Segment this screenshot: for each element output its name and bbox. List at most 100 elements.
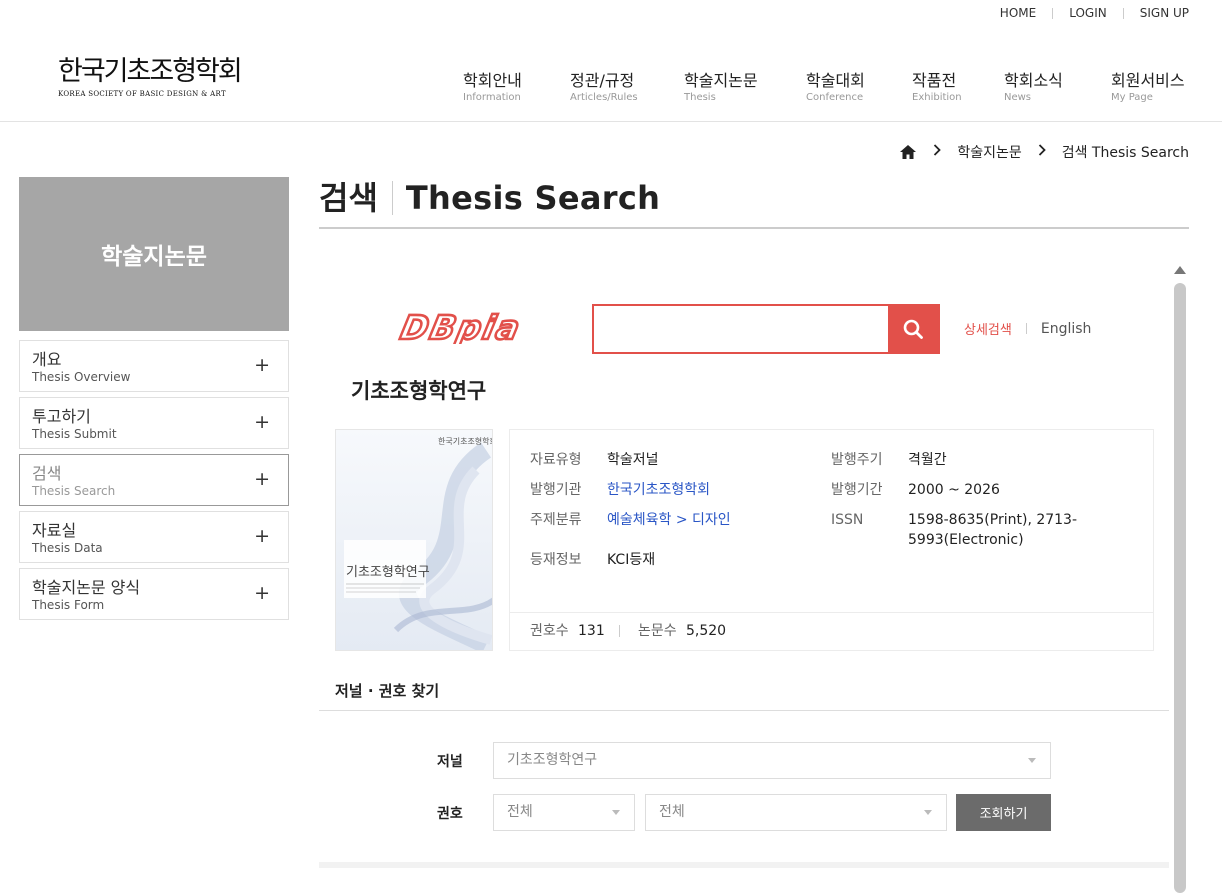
info-value: 5993(Electronic) bbox=[908, 532, 1024, 548]
nav-label: 학술대회 bbox=[806, 71, 865, 90]
query-button[interactable]: 조회하기 bbox=[956, 794, 1051, 831]
sidebar-item-form[interactable]: 학술지논문 양식 Thesis Form + bbox=[19, 568, 289, 620]
cover-publisher: 한국기초조형학회 bbox=[438, 436, 493, 446]
sidebar-item-label: 투고하기 bbox=[32, 407, 91, 426]
sidebar-item-label: 개요 bbox=[32, 350, 62, 369]
publisher-link[interactable]: 한국기초조형학회 bbox=[607, 480, 710, 500]
volume-select-value: 전체 bbox=[659, 804, 685, 820]
sidebar-item-label: 검색 bbox=[32, 464, 62, 483]
nav-sublabel: My Page bbox=[1111, 92, 1153, 103]
sidebar-item-search[interactable]: 검색 Thesis Search + bbox=[19, 454, 289, 506]
info-label: ISSN bbox=[831, 512, 864, 528]
sidebar-item-sublabel: Thesis Data bbox=[32, 541, 103, 555]
sidebar-item-sublabel: Thesis Search bbox=[32, 484, 116, 498]
login-link[interactable]: LOGIN bbox=[1069, 6, 1107, 20]
scroll-up-arrow-icon[interactable] bbox=[1174, 266, 1186, 274]
journal-title: 기초조형학연구 bbox=[351, 379, 487, 403]
issue-label: 권호 bbox=[437, 806, 463, 822]
dbpia-logo-text: DBpia bbox=[397, 310, 525, 344]
chevron-right-icon bbox=[1038, 144, 1046, 160]
nav-sublabel: News bbox=[1004, 92, 1032, 103]
journal-label: 저널 bbox=[437, 754, 463, 770]
nav-item-thesis[interactable]: 학술지논문 Thesis bbox=[684, 71, 758, 105]
volume-select[interactable]: 전체 bbox=[645, 794, 947, 831]
journal-cover-image: 한국기초조형학회 기초조형학연구 bbox=[335, 429, 493, 651]
sidebar-item-submit[interactable]: 투고하기 Thesis Submit + bbox=[19, 397, 289, 449]
plus-icon[interactable]: + bbox=[254, 355, 270, 375]
plus-icon[interactable]: + bbox=[254, 469, 270, 489]
page-title-english: Thesis Search bbox=[405, 179, 661, 217]
divider bbox=[1052, 7, 1054, 19]
stat-label: 권호수 bbox=[530, 623, 569, 639]
info-value: KCI등재 bbox=[607, 552, 656, 568]
chevron-right-icon bbox=[933, 144, 942, 160]
search-links: 상세검색 English bbox=[964, 319, 1092, 339]
nav-label: 작품전 bbox=[912, 71, 957, 90]
finder-divider bbox=[319, 710, 1169, 711]
plus-icon[interactable]: + bbox=[254, 526, 270, 546]
nav-label: 학술지논문 bbox=[684, 71, 758, 90]
search-input[interactable] bbox=[594, 306, 888, 352]
search-button[interactable] bbox=[888, 306, 938, 352]
divider bbox=[1025, 323, 1027, 334]
title-underline bbox=[319, 227, 1189, 229]
breadcrumb-current: 검색 Thesis Search bbox=[1061, 145, 1189, 161]
sidebar-item-label: 학술지논문 양식 bbox=[32, 578, 141, 597]
nav-item-conference[interactable]: 학술대회 Conference bbox=[806, 71, 865, 105]
signup-link[interactable]: SIGN UP bbox=[1140, 6, 1189, 20]
advanced-search-link[interactable]: 상세검색 bbox=[964, 319, 1012, 338]
divider bbox=[1122, 7, 1124, 19]
info-label: 등재정보 bbox=[530, 552, 582, 568]
sidebar-title: 학술지논문 bbox=[19, 177, 289, 331]
dbpia-logo[interactable]: DBpia bbox=[395, 307, 567, 348]
sidebar-item-overview[interactable]: 개요 Thesis Overview + bbox=[19, 340, 289, 392]
plus-icon[interactable]: + bbox=[254, 412, 270, 432]
scrollbar-thumb[interactable] bbox=[1174, 283, 1186, 893]
utility-nav: HOME LOGIN SIGN UP bbox=[1000, 6, 1189, 20]
journal-info-box: 자료유형 학술저널 발행기관 한국기초조형학회 주제분류 예술체육학 > 디자인… bbox=[509, 429, 1154, 651]
stat-label: 논문수 bbox=[638, 623, 677, 639]
divider bbox=[510, 612, 1153, 613]
info-value: 2000 ~ 2026 bbox=[908, 482, 1000, 498]
nav-sublabel: Thesis bbox=[684, 92, 716, 103]
finder-title: 저널 · 권호 찾기 bbox=[335, 682, 440, 700]
search-icon bbox=[903, 319, 923, 339]
english-link[interactable]: English bbox=[1041, 321, 1092, 337]
stat-value: 131 bbox=[578, 623, 605, 639]
chevron-down-icon bbox=[924, 810, 932, 815]
info-label: 발행주기 bbox=[831, 452, 883, 468]
nav-item-news[interactable]: 학회소식 News bbox=[1004, 71, 1063, 105]
year-select-value: 전체 bbox=[507, 804, 533, 820]
info-value: 격월간 bbox=[908, 452, 947, 468]
info-value: 학술저널 bbox=[607, 452, 659, 468]
sidebar-item-sublabel: Thesis Form bbox=[32, 598, 105, 612]
breadcrumb-level1[interactable]: 학술지논문 bbox=[957, 142, 1021, 162]
divider bbox=[619, 625, 620, 637]
nav-label: 학회소식 bbox=[1004, 71, 1063, 90]
nav-sublabel: Information bbox=[463, 92, 521, 103]
search-box bbox=[592, 304, 940, 354]
journal-select-value: 기초조형학연구 bbox=[507, 752, 598, 768]
nav-sublabel: Exhibition bbox=[912, 92, 962, 103]
sidebar-item-data[interactable]: 자료실 Thesis Data + bbox=[19, 511, 289, 563]
subject-link[interactable]: 예술체육학 > 디자인 bbox=[607, 510, 731, 530]
chevron-down-icon bbox=[612, 810, 620, 815]
main-nav: 학회안내 Information 정관/규정 Articles/Rules 학술… bbox=[0, 71, 1222, 111]
section-divider bbox=[319, 862, 1169, 868]
header-divider bbox=[0, 121, 1222, 122]
home-icon[interactable] bbox=[899, 144, 917, 160]
nav-item-information[interactable]: 학회안내 Information bbox=[463, 71, 522, 105]
home-link[interactable]: HOME bbox=[1000, 6, 1036, 20]
plus-icon[interactable]: + bbox=[254, 583, 270, 603]
cover-title: 기초조형학연구 bbox=[346, 565, 430, 580]
journal-select[interactable]: 기초조형학연구 bbox=[493, 742, 1051, 779]
chevron-down-icon bbox=[1028, 758, 1036, 763]
sidebar-item-sublabel: Thesis Overview bbox=[32, 370, 131, 384]
year-select[interactable]: 전체 bbox=[493, 794, 635, 831]
nav-label: 회원서비스 bbox=[1111, 71, 1185, 90]
nav-item-articles[interactable]: 정관/규정 Articles/Rules bbox=[570, 71, 638, 105]
sidebar-item-sublabel: Thesis Submit bbox=[32, 427, 117, 441]
nav-item-mypage[interactable]: 회원서비스 My Page bbox=[1111, 71, 1185, 105]
info-label: 발행기관 bbox=[530, 482, 582, 498]
nav-item-exhibition[interactable]: 작품전 Exhibition bbox=[912, 71, 962, 105]
